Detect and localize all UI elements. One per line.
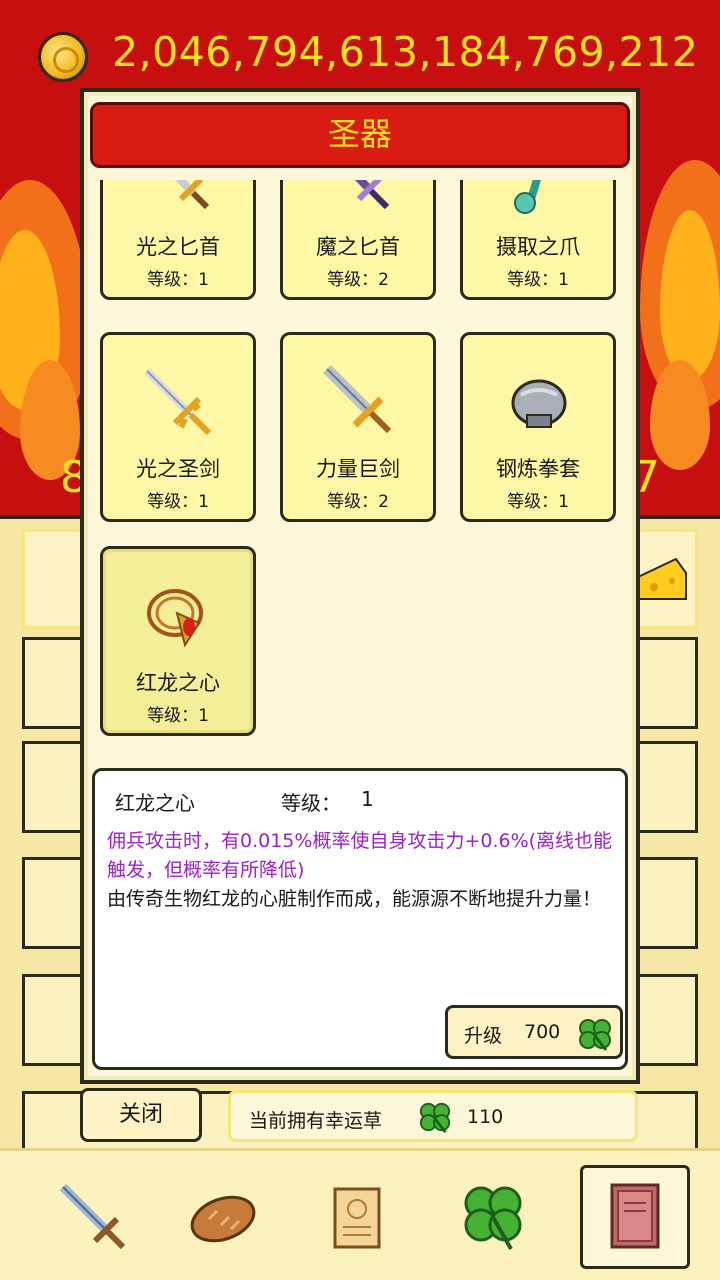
sword-icon <box>59 1183 126 1250</box>
artifact-card-absorb-claw[interactable]: 摄取之爪 等级：1 <box>460 180 616 300</box>
artifact-card-red-dragon-heart[interactable]: 红龙之心 等级：1 <box>100 546 256 736</box>
modal-title: 圣器 <box>90 102 630 168</box>
red-dragon-heart-icon <box>147 589 203 648</box>
artifact-modal: 圣器 光之匕首 等级：1 魔之匕首 等级：2 摄取之爪 等级：1 光之圣剑 等级… <box>80 88 640 1084</box>
artifact-name: 光之圣剑 <box>136 457 220 481</box>
artifact-name: 光之匕首 <box>136 235 220 259</box>
artifact-detail-panel: 红龙之心 等级： 1 佣兵攻击时，有0.015%概率使自身攻击力+0.6%(离线… <box>92 768 628 1070</box>
tab-scroll[interactable] <box>302 1165 412 1269</box>
clover-balance: 当前拥有幸运草 110 <box>228 1090 638 1142</box>
magic-dagger-icon <box>355 180 390 210</box>
artifact-name: 力量巨剑 <box>316 457 400 481</box>
detail-level-value: 1 <box>361 787 374 811</box>
detail-level-label: 等级： <box>281 791 341 815</box>
artifact-name: 红龙之心 <box>136 671 220 695</box>
tab-clover[interactable] <box>438 1165 548 1269</box>
artifact-name: 魔之匕首 <box>316 235 400 259</box>
light-dagger-icon <box>175 180 210 210</box>
gold-coin-icon <box>38 32 88 82</box>
detail-lore: 由传奇生物红龙的心脏制作而成，能源源不断地提升力量！ <box>107 888 602 910</box>
detail-effect: 佣兵攻击时，有0.015%概率使自身攻击力+0.6%(离线也能触发，但概率有所降… <box>107 830 613 881</box>
artifact-card-power-greatsword[interactable]: 力量巨剑 等级：2 <box>280 332 436 522</box>
artifact-card-magic-dagger[interactable]: 魔之匕首 等级：2 <box>280 180 436 300</box>
tab-bread[interactable] <box>168 1165 278 1269</box>
power-greatsword-icon <box>323 365 392 434</box>
book-icon <box>610 1183 660 1249</box>
artifact-level: 等级：1 <box>147 706 209 726</box>
artifact-level: 等级：1 <box>147 492 209 512</box>
artifact-grid[interactable]: 光之匕首 等级：1 魔之匕首 等级：2 摄取之爪 等级：1 光之圣剑 等级：1 … <box>84 180 636 830</box>
artifact-level: 等级：2 <box>327 270 389 290</box>
cheese-icon <box>637 557 687 600</box>
clover-icon <box>419 1102 451 1133</box>
tab-sword[interactable] <box>38 1165 148 1269</box>
artifact-name: 钢炼拳套 <box>496 457 580 481</box>
artifact-card-steel-gauntlet[interactable]: 钢炼拳套 等级：1 <box>460 332 616 522</box>
artifact-level: 等级：1 <box>507 270 569 290</box>
scroll-icon <box>333 1187 381 1249</box>
artifact-name: 摄取之爪 <box>496 235 580 259</box>
clover-balance-count: 110 <box>467 1106 504 1128</box>
clover-icon <box>579 1019 611 1051</box>
holy-sword-icon <box>144 368 212 436</box>
upgrade-cost: 700 <box>524 1021 561 1043</box>
bottom-tab-bar <box>0 1148 720 1280</box>
tab-book[interactable] <box>580 1165 690 1269</box>
upgrade-button[interactable]: 升级 700 <box>445 1005 623 1059</box>
close-button[interactable]: 关闭 <box>80 1088 202 1142</box>
steel-gauntlet-icon <box>511 379 567 428</box>
bread-icon <box>190 1195 256 1243</box>
detail-name: 红龙之心 <box>115 791 195 815</box>
absorb-claw-icon <box>514 180 541 214</box>
clover-balance-label: 当前拥有幸运草 <box>249 1110 383 1132</box>
clover-icon <box>464 1186 522 1250</box>
artifact-card-holy-sword[interactable]: 光之圣剑 等级：1 <box>100 332 256 522</box>
artifact-level: 等级：1 <box>507 492 569 512</box>
artifact-level: 等级：1 <box>147 270 209 290</box>
upgrade-label: 升级 <box>464 1025 503 1047</box>
gold-amount: 2,046,794,613,184,769,212 <box>112 28 699 76</box>
artifact-card-light-dagger[interactable]: 光之匕首 等级：1 <box>100 180 256 300</box>
artifact-level: 等级：2 <box>327 492 389 512</box>
